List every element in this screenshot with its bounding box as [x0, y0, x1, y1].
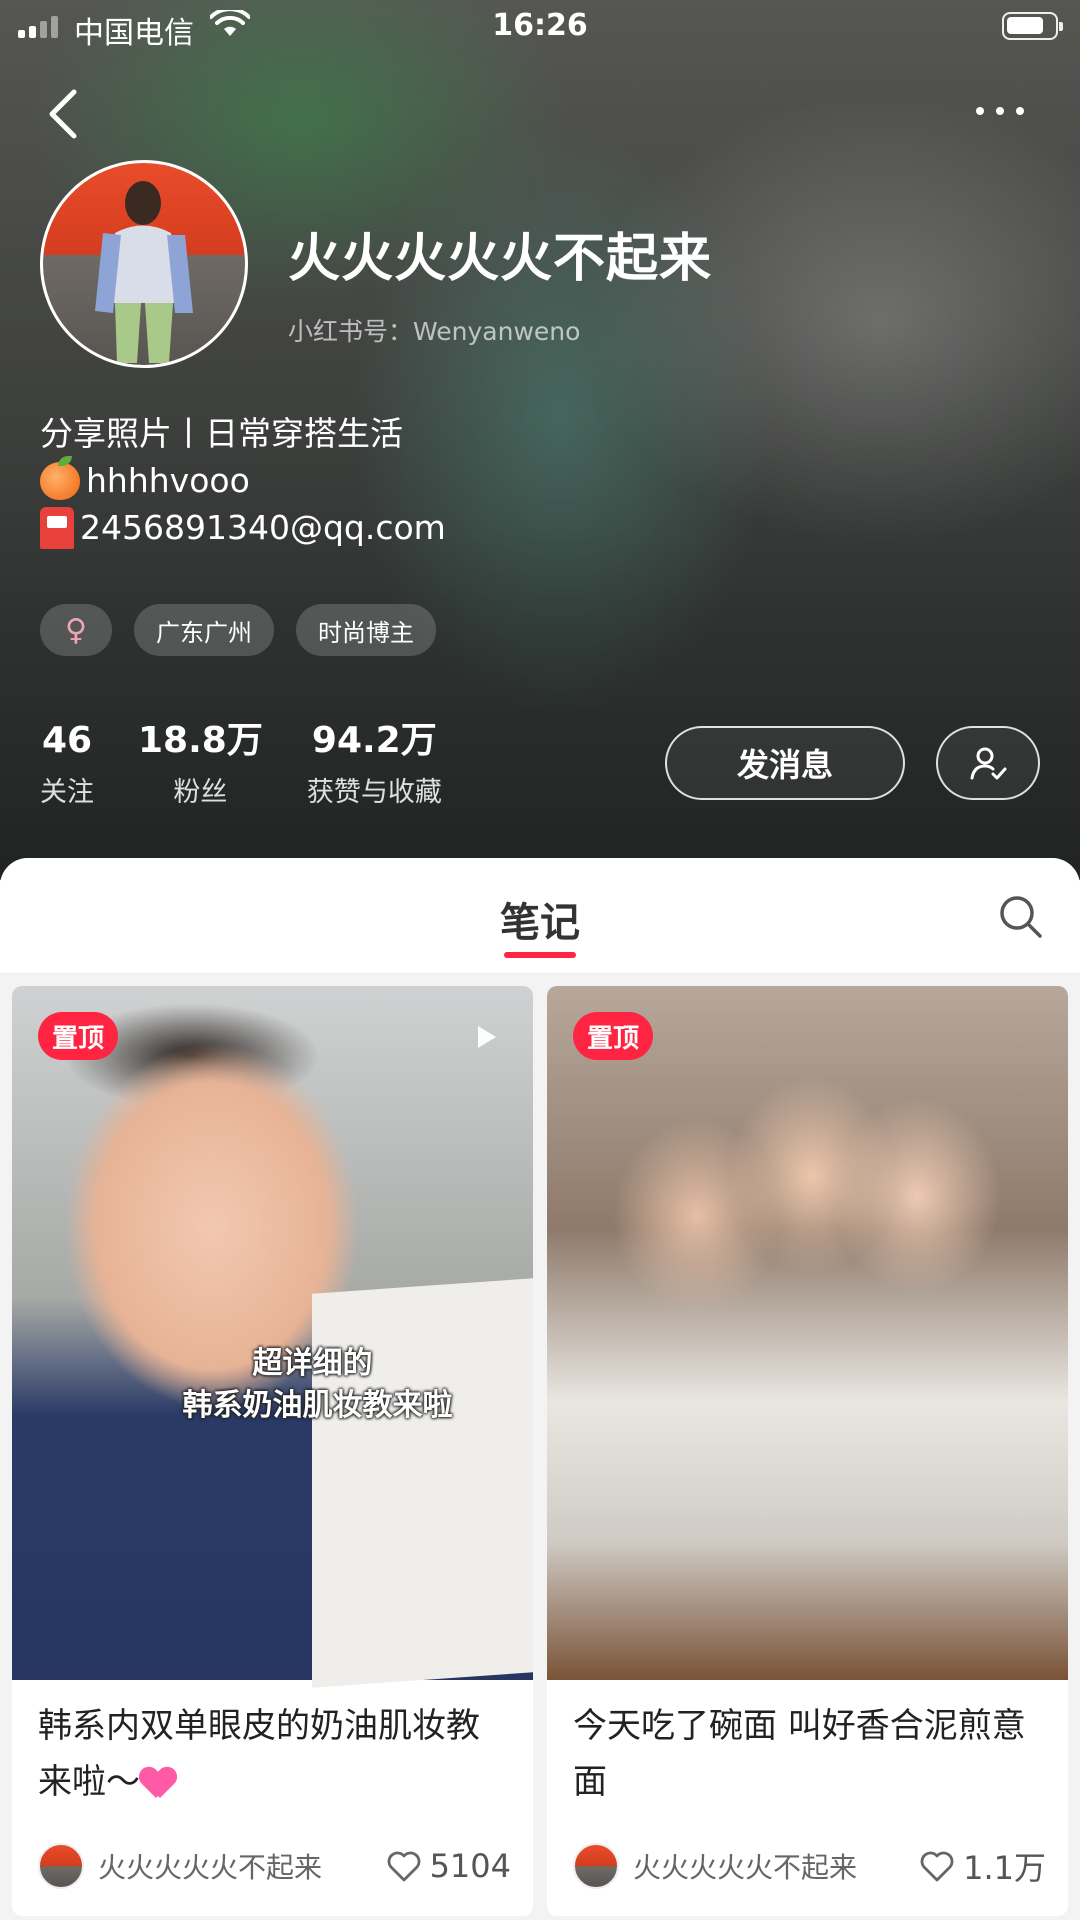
author-name: 火火火火火不起来: [633, 1851, 858, 1884]
hearts-emoji-icon: [140, 1768, 176, 1800]
bio-text: hhhhvooo: [86, 461, 250, 500]
bio-text: 分享照片丨日常穿搭生活: [40, 414, 403, 453]
video-play-icon: [478, 1026, 496, 1048]
profile-stats: 46 关注 18.8万 粉丝 94.2万 获赞与收藏: [40, 718, 486, 809]
mailbox-icon: [40, 506, 74, 549]
stat-value: 94.2万: [311, 720, 437, 761]
category-tag[interactable]: 时尚博主: [296, 604, 436, 656]
more-options-icon[interactable]: [976, 96, 1036, 126]
tab-notes[interactable]: 笔记: [0, 890, 1080, 948]
send-message-button[interactable]: 发消息: [665, 726, 905, 800]
notes-sheet: 笔记 置顶 超详细的 韩系奶油肌妆教来啦 韩系内双单眼皮的奶油肌妆教来啦～ 火火…: [0, 858, 1080, 1920]
profile-header: 中国电信 16:26 火火火火火不起来 小红书号：Wenyanweno 分享照片…: [0, 0, 1080, 880]
heart-icon: [387, 1851, 420, 1882]
stat-value: 18.8万: [138, 720, 263, 761]
notes-grid: 置顶 超详细的 韩系奶油肌妆教来啦 韩系内双单眼皮的奶油肌妆教来啦～ 火火火火火…: [12, 986, 1068, 1916]
like-button[interactable]: 5104: [386, 1847, 511, 1885]
bio-text: 2456891340@qq.com: [80, 508, 446, 547]
profile-nickname: 火火火火火不起来: [288, 229, 713, 289]
profile-bio: 分享照片丨日常穿搭生活 hhhhvooo 2456891340@qq.com: [40, 410, 446, 551]
stat-label: 关注: [40, 777, 94, 808]
back-icon[interactable]: [40, 86, 90, 142]
heart-icon: [920, 1851, 954, 1882]
battery-icon: [1002, 12, 1063, 40]
like-button[interactable]: 1.1万: [919, 1843, 1046, 1889]
note-card[interactable]: 置顶 超详细的 韩系奶油肌妆教来啦 韩系内双单眼皮的奶油肌妆教来啦～ 火火火火火…: [12, 986, 533, 1916]
pinned-badge: 置顶: [573, 1012, 654, 1060]
cover-caption: 超详细的: [252, 1346, 373, 1381]
cover-caption: 韩系奶油肌妆教来啦: [182, 1388, 453, 1423]
note-title: 韩系内双单眼皮的奶油肌妆教来啦～: [38, 1698, 508, 1810]
avatar-photo: [95, 181, 193, 363]
bio-line: 分享照片丨日常穿搭生活: [40, 410, 446, 457]
note-card[interactable]: 置顶 今天吃了碗面 叫好香合泥煎意面 火火火火火不起来 1.1万: [547, 986, 1068, 1916]
pinned-badge: 置顶: [38, 1012, 119, 1060]
search-icon[interactable]: [996, 892, 1044, 940]
note-footer: 火火火火火不起来 1.1万: [573, 1842, 1046, 1890]
note-cover-image: [547, 986, 1068, 1680]
tab-bar: 笔记: [0, 858, 1080, 974]
red-id[interactable]: 小红书号：Wenyanweno: [288, 312, 580, 348]
profile-tags: ♀ 广东广州 时尚博主: [40, 604, 436, 656]
stat-value: 46: [41, 720, 93, 761]
avatar[interactable]: [40, 160, 248, 368]
female-icon: ♀: [40, 604, 112, 656]
note-title: 今天吃了碗面 叫好香合泥煎意面: [573, 1706, 1026, 1802]
bio-line: 2456891340@qq.com: [40, 504, 446, 551]
like-count: 5104: [429, 1847, 511, 1885]
user-check-icon: [970, 747, 1007, 780]
note-title-text: 韩系内双单眼皮的奶油肌妆教来啦～: [38, 1706, 480, 1802]
follow-button[interactable]: [936, 726, 1040, 800]
author-name: 火火火火火不起来: [98, 1851, 323, 1884]
stat-followers[interactable]: 18.8万 粉丝: [138, 718, 263, 809]
stat-likes-collects[interactable]: 94.2万 获赞与收藏: [307, 718, 442, 809]
note-footer: 火火火火火不起来 5104: [38, 1842, 511, 1890]
stat-label: 粉丝: [173, 777, 228, 808]
tab-indicator: [504, 952, 576, 958]
bio-line: hhhhvooo: [40, 455, 446, 504]
author-avatar: [573, 1843, 619, 1889]
status-bar: 中国电信 16:26: [0, 0, 1080, 56]
like-count: 1.1万: [963, 1849, 1046, 1887]
stat-following[interactable]: 46 关注: [40, 718, 94, 809]
peach-icon: [40, 455, 80, 500]
location-tag[interactable]: 广东广州: [134, 604, 274, 656]
clock: 16:26: [492, 8, 588, 43]
stat-label: 获赞与收藏: [306, 777, 442, 808]
author-avatar: [38, 1843, 84, 1889]
note-cover-image: [12, 986, 533, 1688]
